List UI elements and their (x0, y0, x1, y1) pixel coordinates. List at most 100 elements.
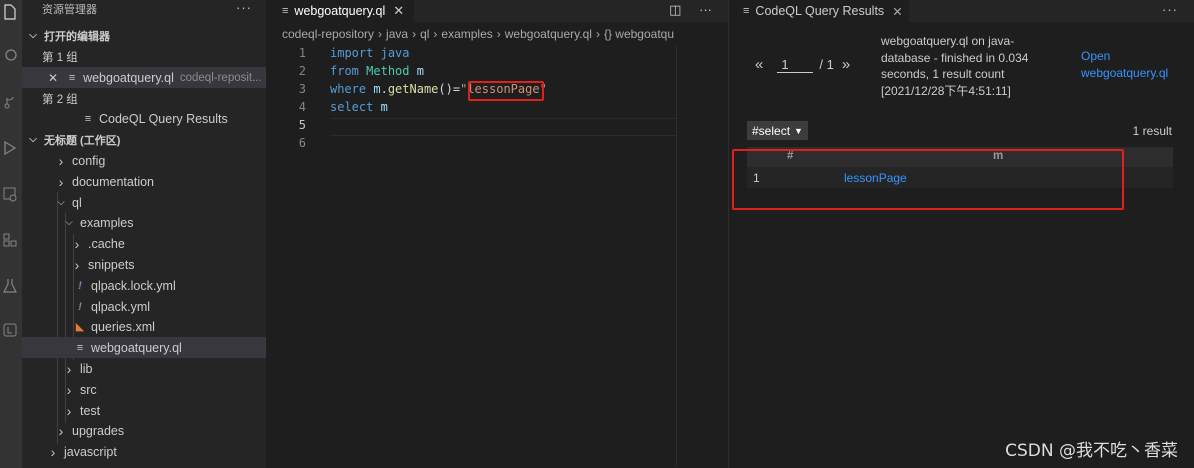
chevron-right-icon: › (412, 27, 417, 41)
tree-item-label: config (72, 153, 106, 168)
query-results-panel: ≡ CodeQL Query Results ✕ ··· « 1 / 1 » w… (728, 0, 1194, 468)
line-number: 6 (298, 136, 306, 150)
results-highlight-box (732, 149, 1124, 210)
open-editor-file-path: codeql-reposit... (179, 71, 262, 84)
breadcrumb-item[interactable]: ql (420, 27, 429, 41)
testing-icon[interactable] (2, 278, 18, 294)
ql-file-icon: ≡ (76, 341, 84, 354)
close-icon[interactable]: ✕ (892, 4, 902, 19)
chevron-down-icon: ▼ (794, 125, 803, 136)
tree-item-lib[interactable]: › lib (22, 358, 266, 379)
editor-area: ≡ webgoatquery.ql ✕ ◫ ··· codeql-reposit… (266, 0, 728, 468)
ql-file-icon: ≡ (68, 71, 76, 84)
code-token: ()= (438, 82, 461, 96)
source-control-icon[interactable] (2, 94, 18, 110)
tree-item-snippets[interactable]: › snippets (22, 254, 266, 275)
tree-item-javascript[interactable]: › javascript (22, 441, 266, 462)
codeql-icon[interactable] (2, 322, 18, 338)
next-page-button[interactable]: » (842, 56, 850, 73)
more-actions-icon[interactable]: ··· (1162, 2, 1178, 17)
tree-item-qlpack-lock-yml[interactable]: ! qlpack.lock.yml (22, 275, 266, 296)
tab-webgoatquery[interactable]: ≡ webgoatquery.ql ✕ (266, 0, 414, 22)
open-editor-query-results[interactable]: ≡ CodeQL Query Results (22, 108, 266, 129)
breadcrumb-item[interactable]: java (386, 27, 408, 41)
workspace-section[interactable]: ⌵ 无标题 (工作区) (22, 129, 266, 150)
yml-file-icon: ! (78, 300, 82, 313)
search-icon[interactable] (2, 48, 18, 64)
activity-bar (0, 0, 22, 468)
breadcrumb: codeql-repository › java › ql › examples › webgo… (266, 22, 728, 46)
chevron-right-icon: › (378, 27, 383, 41)
open-editor-webgoatquery[interactable]: ✕ ≡ webgoatquery.ql codeql-reposit... (22, 67, 266, 88)
prev-page-button[interactable]: « (755, 56, 763, 73)
chevron-right-icon: › (496, 27, 501, 41)
files-icon[interactable] (2, 4, 18, 20)
tree-item-src[interactable]: › src (22, 379, 266, 400)
tree-item-label: snippets (88, 257, 135, 272)
tree-item-queries-xml[interactable]: ◣ queries.xml (22, 316, 266, 337)
run-debug-icon[interactable] (2, 140, 18, 156)
page-total: / 1 (819, 57, 834, 72)
close-icon[interactable]: ✕ (393, 3, 404, 19)
open-editors-section[interactable]: ⌵ 打开的编辑器 (22, 25, 266, 46)
code-token: getName (387, 82, 439, 96)
result-set-select[interactable]: #select ▼ (747, 121, 808, 140)
tree-item-webgoatquery-ql[interactable]: ≡ webgoatquery.ql (22, 337, 266, 358)
tree-item-test[interactable]: › test (22, 400, 266, 421)
tree-item-upgrades[interactable]: › upgrades (22, 420, 266, 441)
tree-item-qlpack-yml[interactable]: ! qlpack.yml (22, 296, 266, 317)
tree-item-label: queries.xml (91, 319, 155, 334)
result-count: 1 result (1132, 124, 1172, 138)
page-input[interactable]: 1 (777, 57, 814, 73)
line-number: 4 (298, 100, 306, 114)
code-token: m (416, 64, 424, 78)
code-token: java (380, 46, 410, 60)
tree-item-config[interactable]: › config (22, 150, 266, 171)
open-editor-file-name: webgoatquery.ql (83, 70, 174, 85)
group-2-label: 第 2 组 (42, 93, 78, 106)
chevron-right-icon: › (433, 27, 438, 41)
tree-item-documentation[interactable]: › documentation (22, 171, 266, 192)
code-token: . (380, 82, 388, 96)
tree-item-label: qlpack.yml (91, 299, 151, 314)
tree-item-label: documentation (72, 174, 155, 189)
extensions-icon[interactable] (2, 232, 18, 248)
tree-item-label: lib (80, 361, 93, 376)
tree-item-label: src (80, 382, 97, 397)
open-query-link[interactable]: Open webgoatquery.ql (1081, 48, 1193, 81)
chevron-right-icon: › (66, 381, 72, 398)
close-icon[interactable]: ✕ (48, 71, 58, 85)
more-actions-icon[interactable]: ··· (236, 0, 252, 15)
tree-item-examples[interactable]: ⌵ examples (22, 212, 266, 233)
code-token: import (330, 46, 374, 60)
open-editors-label: 打开的编辑器 (44, 30, 110, 43)
results-tab-label: CodeQL Query Results (755, 4, 885, 18)
chevron-right-icon: › (58, 173, 64, 190)
line-number: 5 (298, 118, 306, 132)
breadcrumb-item[interactable]: examples (441, 27, 492, 41)
breadcrumb-item[interactable]: webgoatquery.ql (505, 27, 592, 41)
breadcrumb-item[interactable]: codeql-repository (282, 27, 374, 41)
breadcrumb-item[interactable]: {} webgoatqu (604, 27, 674, 41)
line-number: 2 (298, 64, 306, 78)
explorer-title: 资源管理器 (42, 4, 97, 16)
result-set-label: #select (752, 123, 791, 138)
xml-file-icon: ◣ (75, 321, 85, 333)
group-1-label: 第 1 组 (42, 51, 78, 64)
more-actions-icon[interactable]: ··· (699, 2, 712, 17)
split-editor-icon[interactable]: ◫ (669, 2, 681, 17)
tab-codeql-results[interactable]: ≡ CodeQL Query Results ✕ (729, 0, 909, 22)
watermark: CSDN @我不吃丶香菜 (1005, 441, 1178, 461)
chevron-down-icon: ⌵ (29, 134, 37, 145)
remote-explorer-icon[interactable] (2, 186, 18, 202)
tree-item-cache[interactable]: › .cache (22, 233, 266, 254)
results-pager: « 1 / 1 » (755, 56, 850, 73)
code-token: m (373, 82, 381, 96)
editor-group-2: 第 2 组 (22, 88, 266, 109)
tree-item-ql[interactable]: ⌵ ql (22, 192, 266, 213)
tree-item-label: .cache (88, 236, 125, 251)
chevron-down-icon: ⌵ (65, 217, 73, 228)
code-line: 1 import java (266, 46, 728, 64)
